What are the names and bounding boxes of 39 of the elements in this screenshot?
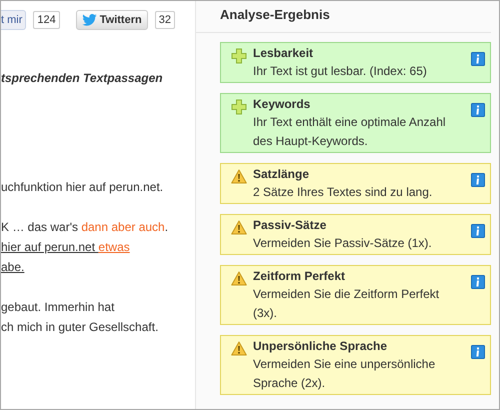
tweet-button[interactable]: Twittern (76, 10, 148, 30)
warning-icon (231, 341, 247, 356)
like-count: 124 (33, 11, 60, 29)
info-icon[interactable] (471, 103, 485, 117)
result-description: Vermeiden Sie Passiv-Sätze (1x). (253, 235, 433, 252)
article-heading: tsprechenden Textpassagen (1, 71, 164, 85)
result-title: Zeitform Perfekt (253, 268, 346, 285)
tweet-count: 32 (154, 11, 175, 29)
text-link[interactable]: hier auf perun.net (1, 240, 98, 254)
result-description: Vermeiden Sie die Zeitform Perfekt (3x). (253, 286, 440, 322)
text-fragment: K … das war's (1, 220, 79, 234)
warning-icon (231, 220, 247, 235)
warning-icon (231, 271, 247, 286)
info-icon[interactable] (471, 345, 485, 359)
text-fragment: uchfunktion hier auf perun.net. (1, 180, 164, 194)
info-icon[interactable] (471, 224, 485, 238)
warning-icon (231, 169, 247, 184)
result-title: Lesbarkeit (253, 45, 314, 62)
result-description: Ihr Text enthält eine optimale Anzahl des Haupt-Keywords. (253, 114, 447, 150)
like-button[interactable]: t mir (1, 10, 26, 30)
text-fragment: gebaut. Immerhin hat (1, 300, 114, 314)
text-fragment: ch mich in guter Gesellschaft. (1, 320, 158, 334)
result-title: Unpersönliche Sprache (253, 338, 388, 355)
text-fragment: . (164, 220, 168, 234)
plus-icon (231, 99, 247, 115)
result-description: 2 Sätze Ihres Textes sind zu lang. (253, 184, 434, 201)
highlighted-text: dann aber auch (81, 220, 165, 234)
result-description: Vermeiden Sie eine unpersönliche Sprache (2x). (253, 356, 436, 392)
info-icon[interactable] (471, 173, 485, 187)
result-description: Ihr Text ist gut lesbar. (Index: 65) (253, 63, 428, 80)
info-icon[interactable] (471, 52, 485, 66)
result-title: Satzlänge (253, 166, 310, 183)
panel-title: Analyse-Ergebnis (220, 7, 331, 24)
bird-icon (82, 14, 97, 26)
result-title: Passiv-Sätze (253, 217, 328, 234)
info-icon[interactable] (471, 275, 485, 289)
plus-icon (231, 48, 247, 64)
result-title: Keywords (253, 96, 312, 113)
text-link[interactable]: abe. (1, 260, 24, 274)
